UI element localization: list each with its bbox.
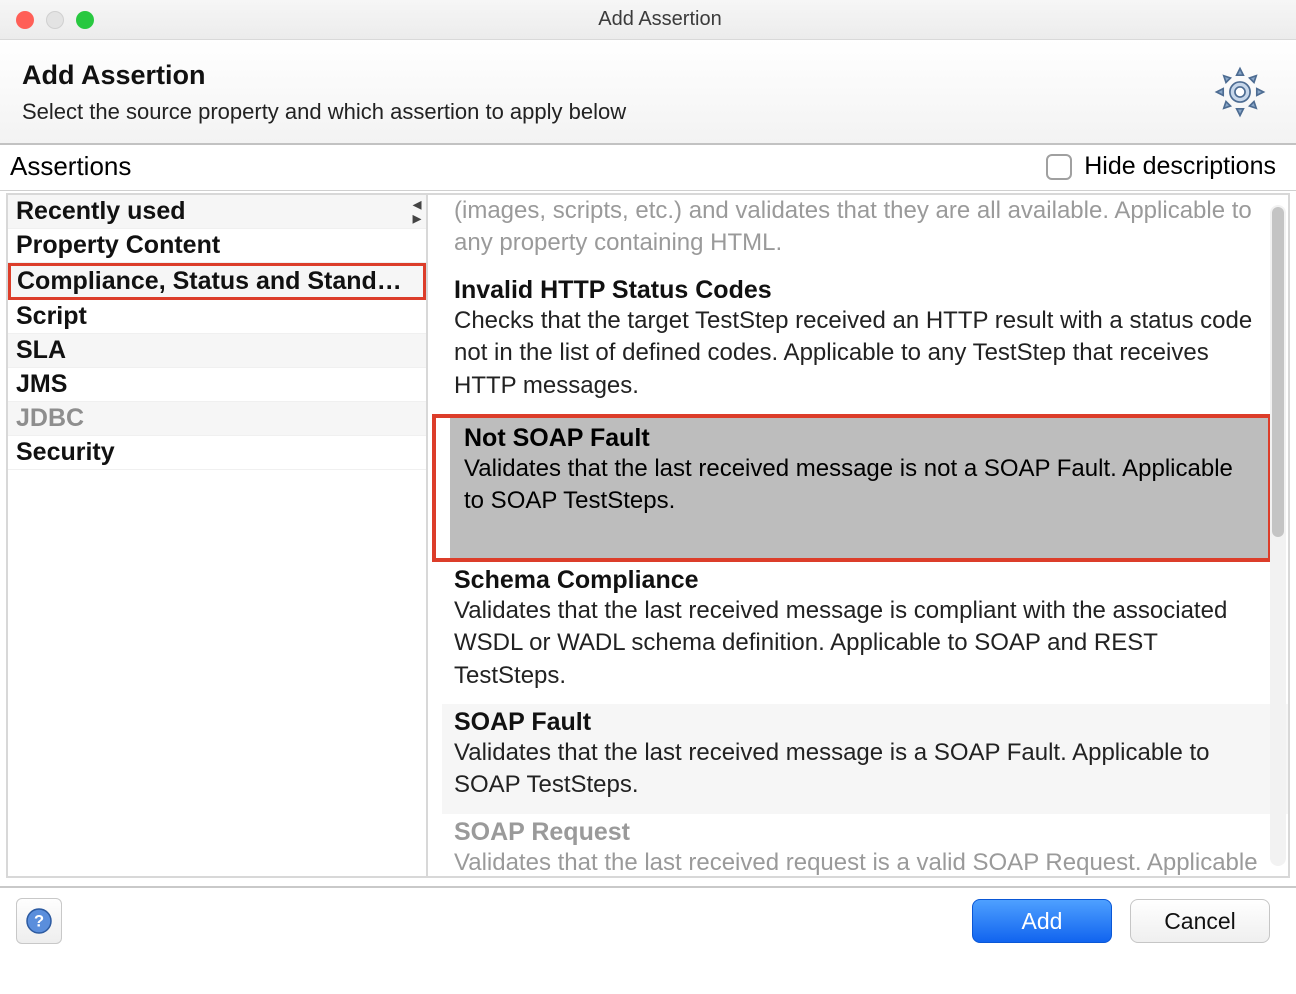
- assertion-title: Schema Compliance: [454, 566, 1270, 595]
- assertion-item[interactable]: SOAP RequestValidates that the last rece…: [436, 814, 1288, 876]
- category-item[interactable]: JDBC: [8, 402, 426, 436]
- assertion-description: Validates that the last received request…: [454, 847, 1270, 876]
- hide-descriptions-label: Hide descriptions: [1084, 152, 1276, 181]
- assertion-item-highlighted: Not SOAP FaultValidates that the last re…: [432, 414, 1272, 562]
- gear-icon: [1212, 64, 1268, 120]
- assertion-description: Checks that the target TestStep received…: [454, 305, 1270, 402]
- assertion-title: SOAP Fault: [454, 708, 1270, 737]
- assertion-title: Invalid HTTP Status Codes: [454, 276, 1270, 305]
- category-item[interactable]: Recently used: [8, 195, 426, 229]
- main-panel: ◂▸ Recently usedProperty ContentComplian…: [6, 193, 1290, 878]
- assertion-list-panel: (images, scripts, etc.) and validates th…: [428, 195, 1288, 876]
- category-item[interactable]: SLA: [8, 334, 426, 368]
- hide-descriptions-toggle[interactable]: Hide descriptions: [1046, 152, 1276, 181]
- assertion-list-scrollbar[interactable]: [1270, 205, 1286, 866]
- category-item[interactable]: JMS: [8, 368, 426, 402]
- zoom-window-button[interactable]: [76, 11, 94, 29]
- assertion-item[interactable]: Schema ComplianceValidates that the last…: [436, 562, 1288, 704]
- assertion-description: Validates that the last received message…: [454, 595, 1270, 692]
- dialog-footer: ? Add Cancel: [0, 886, 1296, 954]
- help-icon: ?: [24, 906, 54, 936]
- traffic-lights: [16, 11, 94, 29]
- category-panel: ◂▸ Recently usedProperty ContentComplian…: [8, 195, 428, 876]
- category-item[interactable]: Script: [8, 300, 426, 334]
- scrollbar-thumb[interactable]: [1272, 207, 1284, 537]
- category-item[interactable]: Property Content: [8, 229, 426, 263]
- assertion-item[interactable]: Invalid HTTP Status CodesChecks that the…: [436, 272, 1288, 414]
- assertions-label: Assertions: [10, 151, 131, 182]
- category-item[interactable]: Compliance, Status and Stand…: [8, 263, 426, 300]
- assertions-toolbar: Assertions Hide descriptions: [0, 145, 1296, 191]
- assertion-description: Validates that the last received message…: [464, 453, 1254, 518]
- dialog-subtitle: Select the source property and which ass…: [22, 99, 1212, 125]
- category-list: Recently usedProperty ContentCompliance,…: [8, 195, 426, 470]
- dialog-header: Add Assertion Select the source property…: [0, 40, 1296, 145]
- assertion-list: (images, scripts, etc.) and validates th…: [428, 195, 1288, 876]
- assertion-item[interactable]: (images, scripts, etc.) and validates th…: [436, 195, 1288, 272]
- add-button[interactable]: Add: [972, 899, 1112, 943]
- hide-descriptions-checkbox[interactable]: [1046, 154, 1072, 180]
- close-window-button[interactable]: [16, 11, 34, 29]
- cancel-button[interactable]: Cancel: [1130, 899, 1270, 943]
- window-title: Add Assertion: [94, 8, 1226, 31]
- minimize-window-button[interactable]: [46, 11, 64, 29]
- assertion-description: Validates that the last received message…: [454, 737, 1270, 802]
- split-gripper-icon[interactable]: ◂▸: [408, 195, 426, 225]
- assertion-description: (images, scripts, etc.) and validates th…: [454, 195, 1270, 260]
- help-button[interactable]: ?: [16, 898, 62, 944]
- assertion-title: SOAP Request: [454, 818, 1270, 847]
- assertion-item[interactable]: SOAP FaultValidates that the last receiv…: [442, 704, 1288, 814]
- window-titlebar: Add Assertion: [0, 0, 1296, 40]
- assertion-title: Not SOAP Fault: [464, 424, 1254, 453]
- category-item[interactable]: Security: [8, 436, 426, 470]
- svg-text:?: ?: [34, 912, 44, 930]
- dialog-title: Add Assertion: [22, 60, 1212, 91]
- assertion-item[interactable]: Not SOAP FaultValidates that the last re…: [450, 418, 1268, 558]
